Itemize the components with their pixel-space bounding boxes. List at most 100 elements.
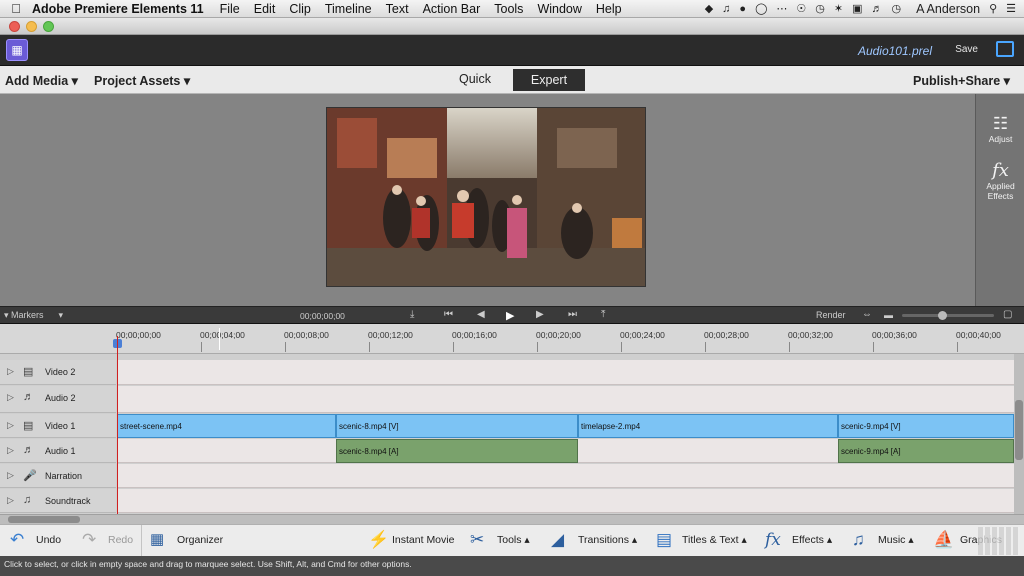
quick-mode-tab[interactable]: Quick: [459, 72, 491, 86]
instant-movie-button[interactable]: Instant Movie: [392, 534, 454, 546]
user-name[interactable]: A Anderson: [916, 2, 980, 16]
vertical-scroll-thumb[interactable]: [1015, 400, 1023, 460]
apple-menu-icon[interactable]: : [0, 1, 32, 16]
goto-end-icon[interactable]: ⤒: [601, 309, 605, 320]
clip-scenic-8-audio[interactable]: scenic-8.mp4 [A]: [336, 439, 578, 463]
track-lane-video1[interactable]: street-scene.mp4 scenic-8.mp4 [V] timela…: [117, 414, 1014, 438]
track-header-narration[interactable]: ▷ 🎤 Narration: [0, 464, 116, 488]
publish-share-button[interactable]: Publish+Share ▾: [913, 73, 1010, 88]
add-media-button[interactable]: Add Media ▾: [5, 73, 78, 88]
zoom-in-icon[interactable]: ▢: [1003, 309, 1012, 320]
volume-icon[interactable]: ♬: [872, 3, 883, 15]
menu-window[interactable]: Window: [537, 2, 581, 16]
prev-edit-icon[interactable]: ⏮: [444, 309, 453, 320]
fit-icon[interactable]: ⇔: [862, 309, 872, 320]
expand-triangle-icon[interactable]: ▷: [7, 392, 14, 403]
adjust-button[interactable]: ☷ Adjust: [976, 114, 1024, 144]
menu-timeline[interactable]: Timeline: [325, 2, 372, 16]
menu-file[interactable]: File: [220, 2, 240, 16]
minimize-window-icon[interactable]: [26, 21, 37, 32]
transitions-icon[interactable]: ◢: [551, 530, 564, 550]
zoom-out-icon[interactable]: ▬: [884, 310, 893, 320]
redo-icon[interactable]: ↷: [82, 530, 96, 550]
zoom-slider-thumb[interactable]: [938, 311, 947, 320]
undo-icon[interactable]: ↶: [10, 530, 24, 550]
track-lane-soundtrack[interactable]: [117, 489, 1014, 513]
clock-icon[interactable]: ◷: [892, 2, 902, 15]
track-lane-audio1[interactable]: scenic-8.mp4 [A] scenic-9.mp4 [A]: [117, 439, 1014, 463]
accessibility-icon[interactable]: ☉: [796, 2, 806, 15]
track-header-video1[interactable]: ▷ ▤ Video 1: [0, 414, 116, 438]
track-lane-video2[interactable]: [117, 360, 1014, 385]
track-header-audio2[interactable]: ▷ ♬ Audio 2: [0, 386, 116, 413]
horizontal-scroll-thumb[interactable]: [8, 516, 80, 523]
spotlight-search-icon[interactable]: ⚲: [989, 2, 997, 15]
track-lane-narration[interactable]: [117, 464, 1014, 488]
music-button[interactable]: Music ▴: [878, 534, 914, 546]
expert-mode-tab[interactable]: Expert: [513, 69, 585, 91]
clip-scenic-8-video[interactable]: scenic-8.mp4 [V]: [336, 414, 578, 438]
render-button[interactable]: Render: [816, 310, 846, 320]
menu-action-bar[interactable]: Action Bar: [423, 2, 481, 16]
menu-text[interactable]: Text: [386, 2, 409, 16]
goto-start-icon[interactable]: ⤓: [410, 309, 414, 320]
bell-icon[interactable]: ♫: [722, 3, 730, 15]
redo-button[interactable]: Redo: [108, 534, 133, 546]
display-icon[interactable]: ▣: [852, 2, 862, 15]
horizontal-scrollbar[interactable]: [0, 514, 1024, 524]
dots-icon[interactable]: ⋯: [776, 2, 787, 15]
close-window-icon[interactable]: [9, 21, 20, 32]
step-back-icon[interactable]: ◀: [477, 309, 485, 320]
menu-clip[interactable]: Clip: [289, 2, 311, 16]
effects-fx-icon[interactable]: fx: [765, 530, 781, 550]
music-icon[interactable]: ♫: [852, 530, 865, 550]
track-header-soundtrack[interactable]: ▷ ♫ Soundtrack: [0, 489, 116, 513]
expand-triangle-icon[interactable]: ▷: [7, 420, 14, 431]
track-header-audio1[interactable]: ▷ ♬ Audio 1: [0, 439, 116, 463]
clip-scenic-9-audio[interactable]: scenic-9.mp4 [A]: [838, 439, 1014, 463]
track-header-video2[interactable]: ▷ ▤ Video 2: [0, 360, 116, 385]
paw-icon[interactable]: ●: [739, 3, 746, 15]
track-lane-audio2[interactable]: [117, 386, 1014, 413]
save-button[interactable]: Save: [955, 44, 978, 55]
next-edit-icon[interactable]: ⏭: [568, 309, 577, 320]
zoom-slider[interactable]: [902, 311, 994, 320]
transitions-button[interactable]: Transitions ▴: [578, 534, 637, 546]
zoom-window-icon[interactable]: [43, 21, 54, 32]
clip-street-scene[interactable]: street-scene.mp4: [117, 414, 336, 438]
menu-tools[interactable]: Tools: [494, 2, 523, 16]
messages-icon[interactable]: ◯: [755, 2, 767, 15]
organizer-icon[interactable]: ▦: [150, 530, 164, 548]
play-icon[interactable]: ▶: [506, 309, 514, 322]
app-logo-icon[interactable]: ▦: [6, 39, 28, 61]
bluetooth-icon[interactable]: ✶: [834, 2, 843, 15]
vertical-scrollbar[interactable]: [1014, 354, 1024, 514]
expand-triangle-icon[interactable]: ▷: [7, 445, 14, 456]
clip-timelapse-2[interactable]: timelapse-2.mp4: [578, 414, 838, 438]
dropbox-icon[interactable]: ◆: [705, 2, 713, 15]
markers-dropdown[interactable]: ▾ Markers ▾: [4, 310, 63, 321]
clip-scenic-9-video[interactable]: scenic-9.mp4 [V]: [838, 414, 1014, 438]
time-machine-icon[interactable]: ◷: [815, 2, 825, 15]
app-menu[interactable]: Adobe Premiere Elements 11: [32, 2, 204, 16]
undo-button[interactable]: Undo: [36, 534, 61, 546]
video-preview[interactable]: [326, 107, 646, 287]
effects-button[interactable]: Effects ▴: [792, 534, 832, 546]
tools-button[interactable]: Tools ▴: [497, 534, 530, 546]
expand-triangle-icon[interactable]: ▷: [7, 366, 14, 377]
playhead-line[interactable]: [117, 336, 118, 514]
titles-text-button[interactable]: Titles & Text ▴: [682, 534, 747, 546]
organizer-button[interactable]: Organizer: [177, 534, 223, 546]
notification-list-icon[interactable]: ☰: [1006, 2, 1016, 15]
menu-edit[interactable]: Edit: [254, 2, 276, 16]
titles-icon[interactable]: ▤: [656, 530, 672, 550]
expand-triangle-icon[interactable]: ▷: [7, 470, 14, 481]
graphics-icon[interactable]: ⛵: [933, 530, 954, 550]
step-forward-icon[interactable]: ▶: [536, 309, 544, 320]
fullscreen-icon[interactable]: [996, 41, 1014, 57]
applied-effects-button[interactable]: fx Applied Effects: [976, 160, 1024, 201]
lightning-icon[interactable]: ⚡: [368, 530, 389, 550]
project-assets-button[interactable]: Project Assets ▾: [94, 73, 190, 88]
time-ruler[interactable]: 00;00;00;00 00;00;04;00 00;00;08;00 00;0…: [0, 324, 1024, 354]
menu-help[interactable]: Help: [596, 2, 622, 16]
